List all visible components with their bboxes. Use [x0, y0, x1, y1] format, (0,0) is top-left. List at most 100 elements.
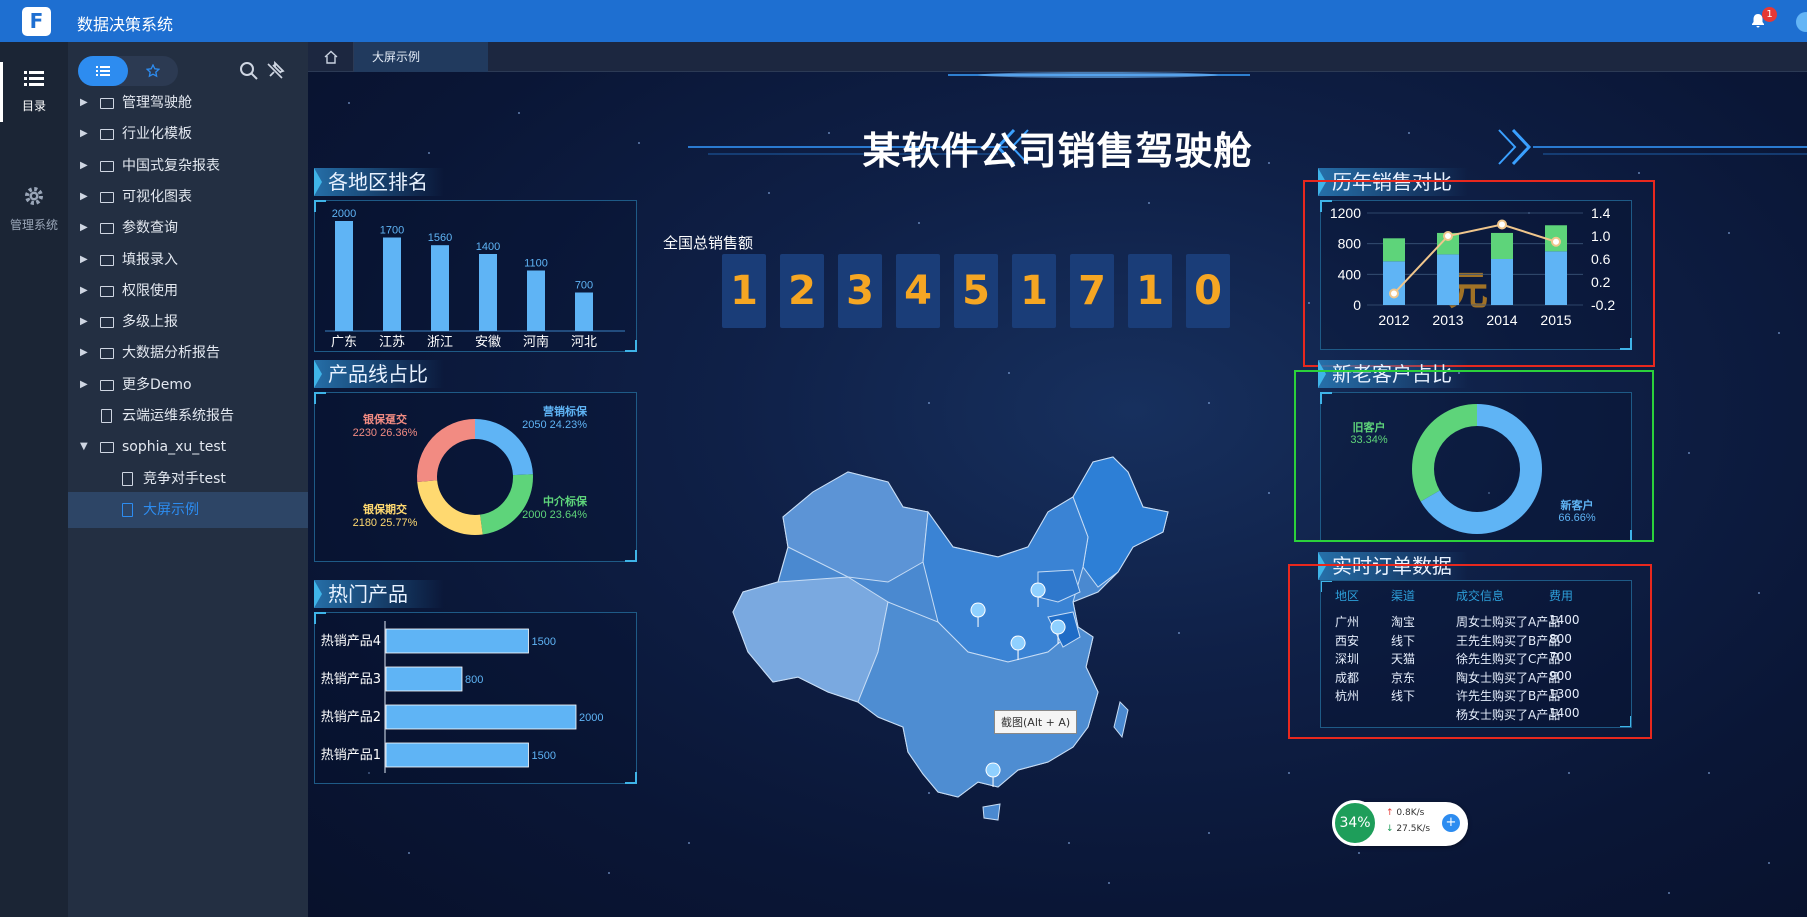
- download-arrow-icon: ↓: [1386, 824, 1397, 834]
- sidebar-tabs: [78, 56, 178, 86]
- upload-speed: ↑ 0.8K/s: [1386, 808, 1424, 818]
- data-label: 2000: [332, 208, 356, 220]
- screenshot-tooltip: 截图(Alt + A): [994, 710, 1078, 734]
- avatar[interactable]: [1796, 12, 1807, 32]
- y-tick-label: 热销产品3: [321, 672, 381, 687]
- upload-speed-value: 0.8K/s: [1396, 808, 1425, 818]
- sales-digit: 1: [1012, 254, 1056, 328]
- star-dot: [1008, 372, 1010, 374]
- bar: [575, 292, 593, 331]
- folder-icon: [100, 348, 114, 360]
- star-dot: [688, 842, 690, 844]
- bar: [527, 270, 545, 331]
- network-speed-widget[interactable]: 34% ↑ 0.8K/s ↓ 27.5K/s +: [1332, 800, 1468, 846]
- star-dot: [1778, 332, 1780, 334]
- x-tick-label: 安徽: [475, 335, 501, 350]
- folder-icon: [100, 129, 114, 141]
- y-tick-label: 热销产品2: [321, 710, 381, 725]
- total-sales-label: 全国总销售额: [663, 234, 754, 252]
- star-dot: [918, 222, 920, 224]
- data-label: 2000: [579, 712, 603, 724]
- star-dot: [1728, 232, 1730, 234]
- dashboard-title: 某软件公司销售驾驶舱: [862, 129, 1253, 173]
- folder-icon: [100, 98, 114, 109]
- folder-icon: [100, 223, 114, 235]
- star-dot: [1708, 772, 1710, 774]
- rail-catalog-label: 目录: [21, 99, 46, 113]
- notification-badge: 1: [1762, 7, 1777, 22]
- folder-icon: [100, 442, 114, 454]
- slice-value-label: 2180 25.77%: [353, 517, 418, 529]
- data-label: 700: [575, 280, 593, 292]
- rail-catalog[interactable]: 目录: [0, 62, 68, 122]
- plus-icon[interactable]: +: [1442, 814, 1460, 832]
- upload-arrow-icon: ↑: [1386, 808, 1397, 818]
- sales-digit: 4: [896, 254, 940, 328]
- product-line-chart: 营销标保2050 24.23% 中介标保2000 23.64% 银保期交2180 2…: [353, 404, 588, 535]
- list-icon: [24, 71, 44, 86]
- folder-icon: [100, 285, 114, 297]
- unpin-icon[interactable]: [264, 60, 286, 82]
- x-tick-label: 河南: [523, 334, 549, 350]
- home-icon: [324, 50, 337, 64]
- slice-value-label: 2050 24.23%: [522, 419, 587, 431]
- star-dot: [1288, 772, 1290, 774]
- main-area: 大屏示例 某软件公司销售驾驶舱 各地区排名 2000 广东 1700 江苏 1560 浙江…: [308, 42, 1807, 917]
- star-dot: [1208, 402, 1210, 404]
- folder-icon: [100, 160, 114, 172]
- folder-icon: [100, 317, 114, 329]
- folder-icon: [100, 191, 114, 203]
- sidebar-item-label: 大屏示例: [143, 501, 199, 518]
- slice-label: 营销标保: [543, 404, 588, 418]
- document-icon: [101, 409, 112, 423]
- slice-value-label: 2000 23.64%: [522, 509, 587, 521]
- map-region-tibet: [732, 576, 889, 703]
- app-logo[interactable]: F: [22, 7, 51, 36]
- sales-digit: 0: [1186, 254, 1230, 328]
- bar: [431, 245, 449, 331]
- sales-digit: 1: [1128, 254, 1172, 328]
- bar: [479, 254, 497, 331]
- star-dot: [768, 192, 770, 194]
- star-dot: [608, 872, 610, 874]
- dashboard-canvas: 某软件公司销售驾驶舱 各地区排名 2000 广东 1700 江苏 1560 浙江 1400 安…: [308, 72, 1807, 917]
- home-tab[interactable]: [308, 42, 354, 72]
- sales-digit: 1: [722, 254, 766, 328]
- highlight-box-yearly: [1303, 180, 1655, 367]
- document-icon: [122, 502, 133, 517]
- gear-icon: [25, 187, 43, 205]
- data-label: 800: [465, 674, 483, 686]
- icon-rail: 目录 管理系统: [0, 42, 68, 917]
- hot-products-title: 热门产品: [314, 580, 444, 608]
- bar: [385, 666, 463, 692]
- rail-admin[interactable]: 管理系统: [0, 185, 68, 245]
- pie-slice: [417, 479, 483, 535]
- tab-favorites[interactable]: [128, 56, 178, 86]
- data-label: 1100: [524, 258, 548, 270]
- map-region-taiwan: [1113, 701, 1129, 739]
- data-label: 1500: [532, 636, 556, 648]
- rail-admin-label: 管理系统: [9, 218, 58, 232]
- network-percent: 34%: [1332, 800, 1378, 846]
- folder-icon: [100, 254, 114, 266]
- star-dot: [1568, 772, 1570, 774]
- x-tick-label: 河北: [571, 335, 597, 350]
- app-title: 数据决策系统: [77, 15, 174, 34]
- region-rank-title: 各地区排名: [314, 168, 444, 196]
- tab-dashboard[interactable]: 大屏示例: [354, 42, 488, 72]
- search-icon[interactable]: [238, 60, 260, 82]
- pie-slice: [479, 474, 533, 535]
- star-dot: [1268, 492, 1270, 494]
- sales-digit: 2: [780, 254, 824, 328]
- pie-slice: [474, 419, 533, 476]
- sidebar-item[interactable]: 大屏示例: [68, 491, 308, 528]
- map-region-hainan: [982, 803, 1001, 821]
- star-dot: [1758, 592, 1760, 594]
- hot-products-chart: 热销产品4 1500 热销产品3 800 热销产品2 2000 热销产品1 1500: [321, 621, 603, 773]
- download-speed-value: 27.5K/s: [1396, 824, 1431, 834]
- region-rank-panel: 2000 广东 1700 江苏 1560 浙江 1400 安徽 1100 河南 700 河北: [314, 200, 637, 352]
- data-label: 1500: [532, 750, 556, 762]
- star-dot: [1148, 202, 1150, 204]
- tab-list[interactable]: [78, 56, 128, 86]
- hot-products-panel: 热销产品4 1500 热销产品3 800 热销产品2 2000 热销产品1 1500: [314, 612, 637, 784]
